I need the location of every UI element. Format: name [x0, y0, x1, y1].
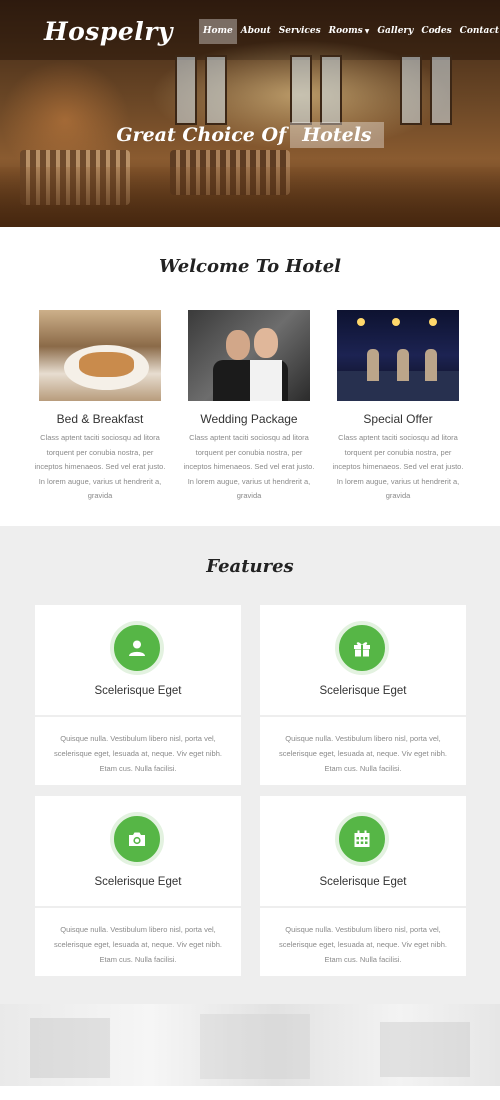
performer-shape — [425, 349, 437, 381]
welcome-card-title[interactable]: Wedding Package — [179, 412, 319, 426]
main-nav: Home About Services Rooms ▼ Gallery Codes… — [199, 19, 500, 44]
footer-strip — [0, 1086, 500, 1100]
feature-card-header: Scelerisque Eget — [35, 605, 241, 717]
feature-card-header: Scelerisque Eget — [260, 796, 466, 908]
welcome-card-text: Class aptent taciti sociosqu ad litora t… — [332, 433, 464, 500]
features-title: Features — [206, 556, 294, 577]
stage-light — [357, 318, 365, 326]
nav-item-services[interactable]: Services — [275, 19, 325, 44]
feature-title: Scelerisque Eget — [94, 685, 182, 697]
feature-text: Quisque nulla. Vestibulum libero nisl, p… — [54, 734, 222, 773]
face-shape — [226, 330, 250, 360]
hero-window — [290, 55, 312, 125]
welcome-card-text: Class aptent taciti sociosqu ad litora t… — [34, 433, 166, 500]
calendar-icon[interactable] — [335, 812, 389, 866]
feature-text: Quisque nulla. Vestibulum libero nisl, p… — [54, 925, 222, 964]
nav-item-gallery[interactable]: Gallery — [373, 19, 417, 44]
feature-card-header: Scelerisque Eget — [35, 796, 241, 908]
feature-card: Scelerisque Eget Quisque nulla. Vestibul… — [260, 796, 466, 976]
feature-card: Scelerisque Eget Quisque nulla. Vestibul… — [35, 605, 241, 785]
nav-item-rooms[interactable]: Rooms ▼ — [325, 19, 374, 44]
feature-text: Quisque nulla. Vestibulum libero nisl, p… — [279, 734, 447, 773]
hero-title-highlight: Hotels — [290, 122, 384, 148]
hero-window — [430, 55, 452, 125]
stage-light — [429, 318, 437, 326]
hero-window — [205, 55, 227, 125]
stage-photo[interactable] — [337, 310, 459, 401]
nav-item-about[interactable]: About — [237, 19, 275, 44]
feature-card: Scelerisque Eget Quisque nulla. Vestibul… — [260, 605, 466, 785]
feature-title: Scelerisque Eget — [319, 685, 407, 697]
hero-window — [320, 55, 342, 125]
gallery-band — [0, 1004, 500, 1086]
welcome-card-text: Class aptent taciti sociosqu ad litora t… — [183, 433, 315, 500]
performer-shape — [367, 349, 379, 381]
welcome-card-title[interactable]: Special Offer — [328, 412, 468, 426]
welcome-card-title[interactable]: Bed & Breakfast — [30, 412, 170, 426]
welcome-card: Wedding Package Class aptent taciti soci… — [179, 310, 319, 504]
gift-icon[interactable] — [335, 621, 389, 675]
feature-card-header: Scelerisque Eget — [260, 605, 466, 717]
breakfast-photo[interactable] — [39, 310, 161, 401]
welcome-card: Bed & Breakfast Class aptent taciti soci… — [30, 310, 170, 504]
feature-title: Scelerisque Eget — [319, 876, 407, 888]
hero-title: Great Choice Of Hotels — [0, 122, 500, 148]
hero-floor — [0, 167, 500, 227]
bread-shape — [79, 352, 134, 377]
nav-item-rooms-label: Rooms — [328, 26, 363, 36]
face-shape — [254, 328, 278, 358]
feature-card: Scelerisque Eget Quisque nulla. Vestibul… — [35, 796, 241, 976]
faded-photo — [30, 1018, 110, 1078]
nav-item-contact[interactable]: Contact — [456, 19, 500, 44]
performer-shape — [397, 349, 409, 381]
hero-banner: Hospelry Home About Services Rooms ▼ Gall… — [0, 0, 500, 227]
stage-light — [392, 318, 400, 326]
site-logo[interactable]: Hospelry — [44, 17, 173, 46]
dress-shape — [250, 360, 282, 401]
feature-text: Quisque nulla. Vestibulum libero nisl, p… — [279, 925, 447, 964]
welcome-card: Special Offer Class aptent taciti socios… — [328, 310, 468, 504]
user-icon[interactable] — [110, 621, 164, 675]
wedding-photo[interactable] — [188, 310, 310, 401]
faded-photo — [380, 1022, 470, 1077]
hero-window — [400, 55, 422, 125]
camera-icon[interactable] — [110, 812, 164, 866]
hero-window — [175, 55, 197, 125]
welcome-title: Welcome To Hotel — [159, 256, 341, 277]
caret-down-icon: ▼ — [364, 28, 370, 35]
nav-item-codes[interactable]: Codes — [417, 19, 455, 44]
feature-title: Scelerisque Eget — [94, 876, 182, 888]
nav-item-home[interactable]: Home — [199, 19, 237, 44]
hero-title-prefix: Great Choice Of — [116, 124, 287, 146]
faded-photo — [200, 1014, 310, 1079]
